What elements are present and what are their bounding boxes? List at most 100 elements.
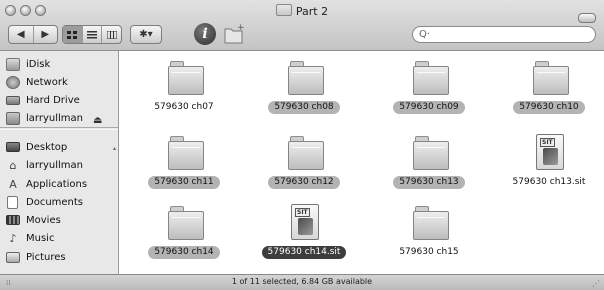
desktop-icon xyxy=(6,142,20,152)
column-view-icon xyxy=(106,30,117,39)
folder-icon xyxy=(168,61,204,95)
folder-icon xyxy=(275,4,292,16)
eject-icon[interactable]: ⏏ xyxy=(93,115,102,126)
sidebar-resize-handle[interactable]: ⁞⁞ xyxy=(6,276,10,290)
file-name-text: 579630 ch13 xyxy=(393,176,465,189)
file-name-label: 579630 ch09 xyxy=(374,101,484,114)
archive-file-item[interactable]: SIT 579630 ch13.sit xyxy=(494,134,604,196)
list-view-icon xyxy=(87,30,97,38)
folder-icon xyxy=(413,61,449,95)
folder-icon xyxy=(288,61,324,95)
sidebar-item-pictures[interactable]: Pictures xyxy=(6,249,66,265)
archive-file-item[interactable]: SIT 579630 ch14.sit xyxy=(249,204,359,266)
file-name-text: 579630 ch11 xyxy=(148,176,220,189)
file-name-label: 579630 ch12 xyxy=(249,176,359,189)
new-folder-icon: + xyxy=(224,23,245,44)
music-icon: ♪ xyxy=(9,231,17,245)
folder-icon xyxy=(413,206,449,240)
sidebar-item-network[interactable]: Network xyxy=(6,74,68,90)
back-button[interactable]: ◀ xyxy=(9,26,33,43)
home-icon: ⌂ xyxy=(9,158,17,172)
file-name-text: 579630 ch08 xyxy=(268,101,340,114)
forward-arrow-icon: ▶ xyxy=(41,29,50,40)
file-name-label: 579630 ch11 xyxy=(129,176,239,189)
movies-icon xyxy=(6,215,20,225)
folder-item[interactable]: 579630 ch10 xyxy=(494,61,604,121)
sidebar-item-desktop[interactable]: Desktop xyxy=(6,139,67,155)
toolbar-toggle-button[interactable] xyxy=(578,13,596,23)
back-forward-control: ◀ ▶ xyxy=(8,25,58,44)
search-icon: Q· xyxy=(419,29,431,40)
window-title-text: Part 2 xyxy=(295,5,329,18)
folder-item[interactable]: 579630 ch12 xyxy=(249,136,359,196)
action-menu-button[interactable]: ✱▾ xyxy=(130,25,162,44)
sidebar-item-idisk[interactable]: iDisk xyxy=(6,56,50,72)
status-text: 1 of 11 selected, 6.84 GB available xyxy=(231,277,373,286)
sidebar-item-hard-drive[interactable]: Hard Drive xyxy=(6,92,80,108)
file-name-label: 579630 ch07 xyxy=(129,101,239,114)
stuffit-archive-icon: SIT xyxy=(291,204,319,240)
sidebar-item-label: Hard Drive xyxy=(26,94,80,106)
folder-item[interactable]: 579630 ch09 xyxy=(374,61,484,121)
sidebar-item-label: Network xyxy=(26,76,68,88)
sidebar-item-label: Desktop xyxy=(26,141,68,153)
sidebar-item-movies[interactable]: Movies xyxy=(6,212,61,228)
sidebar-item-applications[interactable]: A Applications xyxy=(6,176,87,192)
get-info-button[interactable]: i xyxy=(194,23,216,45)
folder-item[interactable]: 579630 ch07 xyxy=(129,61,239,121)
back-arrow-icon: ◀ xyxy=(16,29,25,40)
folder-icon xyxy=(168,206,204,240)
column-view-button[interactable] xyxy=(101,26,121,43)
file-name-text: 579630 ch10 xyxy=(513,101,585,114)
sidebar-divider xyxy=(0,127,118,130)
folder-item[interactable]: 579630 ch13 xyxy=(374,136,484,196)
folder-item[interactable]: 579630 ch11 xyxy=(129,136,239,196)
folder-icon xyxy=(533,61,569,95)
file-name-text: 579630 ch12 xyxy=(268,176,340,189)
resize-grip-icon[interactable]: ⋰ xyxy=(592,277,600,290)
forward-button[interactable]: ▶ xyxy=(32,26,58,43)
folder-icon xyxy=(288,136,324,170)
sidebar-item-label: Movies xyxy=(26,214,61,226)
file-name-text: 579630 ch15 xyxy=(399,247,459,257)
folder-icon xyxy=(168,136,204,170)
file-name-label: 579630 ch15 xyxy=(374,246,484,259)
file-name-label: 579630 ch13 xyxy=(374,176,484,189)
file-name-text: 579630 ch07 xyxy=(154,102,214,112)
search-field[interactable]: Q· xyxy=(412,26,596,43)
folder-item[interactable]: 579630 ch15 xyxy=(374,206,484,266)
sidebar-item-label: Documents xyxy=(26,196,84,208)
icon-view-button[interactable] xyxy=(63,26,82,43)
sidebar: iDisk Network Hard Drive larryullman ⏏ D… xyxy=(0,51,119,274)
file-name-label: 579630 ch08 xyxy=(249,101,359,114)
sidebar-item-documents[interactable]: Documents xyxy=(6,194,83,210)
sidebar-item-label: Music xyxy=(26,232,55,244)
stuffit-archive-icon: SIT xyxy=(536,134,564,170)
sidebar-scroll-arrow-icon[interactable]: ▴ xyxy=(113,145,116,152)
title-toolbar: Part 2 ◀ ▶ ✱▾ i + Q· xyxy=(0,0,604,51)
documents-icon xyxy=(7,195,18,209)
list-view-button[interactable] xyxy=(81,26,102,43)
sidebar-item-larryullman-drive[interactable]: larryullman xyxy=(6,110,83,126)
file-name-text: 579630 ch14 xyxy=(148,246,220,259)
folder-item[interactable]: 579630 ch08 xyxy=(249,61,359,121)
file-name-text: 579630 ch09 xyxy=(393,101,465,114)
file-name-text: 579630 ch13.sit xyxy=(512,177,586,187)
sidebar-item-home[interactable]: ⌂ larryullman xyxy=(6,157,83,173)
pictures-icon xyxy=(6,251,20,263)
view-mode-control xyxy=(62,25,122,44)
idisk-icon xyxy=(6,57,20,71)
finder-window: Part 2 ◀ ▶ ✱▾ i + Q· iDisk Network Hard … xyxy=(0,0,604,290)
user-drive-icon xyxy=(6,111,20,125)
folder-icon xyxy=(413,136,449,170)
sidebar-item-music[interactable]: ♪ Music xyxy=(6,230,54,246)
window-title: Part 2 xyxy=(0,4,604,18)
applications-icon: A xyxy=(9,177,17,191)
sidebar-item-label: larryullman xyxy=(26,112,83,124)
svg-text:+: + xyxy=(237,23,245,33)
folder-item[interactable]: 579630 ch14 xyxy=(129,206,239,266)
file-grid: 579630 ch07 579630 ch08 579630 ch09 579630 … xyxy=(119,51,604,274)
sidebar-item-label: Applications xyxy=(26,178,88,190)
new-folder-button[interactable]: + xyxy=(222,21,246,45)
hard-drive-icon xyxy=(6,95,20,105)
